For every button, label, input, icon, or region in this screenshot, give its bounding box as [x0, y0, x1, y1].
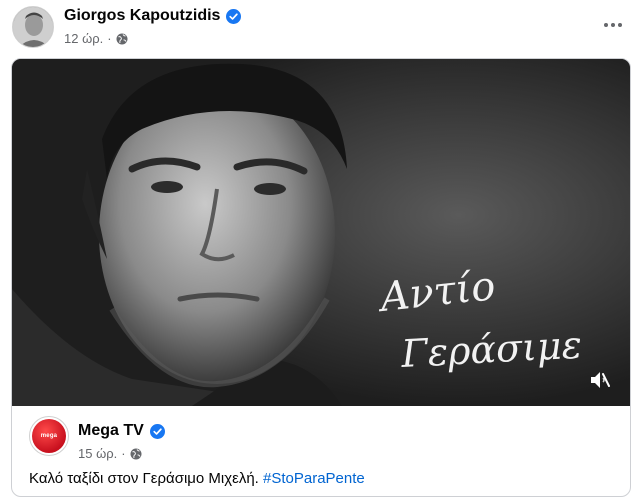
post-timestamp[interactable]: 12 ώρ.	[64, 31, 103, 46]
verified-badge-icon	[149, 423, 165, 439]
post-meta: 12 ώρ. ·	[64, 31, 128, 46]
speaker-muted-icon[interactable]	[588, 368, 612, 392]
page-name[interactable]: Mega TV	[78, 422, 144, 440]
meta-separator: ·	[107, 31, 112, 46]
shared-post-card[interactable]: Αντίο Γεράσιμε mega Mega TV 15 ώρ. · Καλ…	[11, 58, 631, 497]
mega-logo-icon: mega	[32, 419, 66, 453]
author-name[interactable]: Giorgos Kapoutzidis	[64, 7, 220, 25]
meta-separator: ·	[121, 446, 126, 461]
mega-tv-avatar[interactable]: mega	[29, 416, 69, 456]
author-row: Giorgos Kapoutzidis	[64, 7, 242, 25]
globe-icon	[130, 448, 142, 459]
hashtag-link[interactable]: #StoParaPente	[263, 470, 365, 487]
mega-logo-text: mega	[40, 433, 58, 439]
caption-line2: Γεράσιμε	[399, 323, 583, 376]
globe-icon	[116, 33, 128, 44]
post-text-body: Καλό ταξίδι στον Γεράσιμο Μιχελή.	[29, 470, 259, 487]
shared-post-meta: 15 ώρ. ·	[78, 446, 142, 461]
post-header: Giorgos Kapoutzidis 12 ώρ. ·	[0, 0, 640, 56]
page-row: Mega TV	[78, 422, 165, 440]
avatar-photo	[13, 7, 53, 47]
video-player[interactable]: Αντίο Γεράσιμε	[12, 59, 630, 406]
shared-post-timestamp[interactable]: 15 ώρ.	[78, 446, 117, 461]
verified-badge-icon	[226, 8, 242, 24]
more-options-icon[interactable]	[600, 12, 626, 38]
caption-line1: Αντίο	[374, 263, 497, 321]
shared-post-body: mega Mega TV 15 ώρ. · Καλό ταξίδι στον Γ…	[12, 406, 630, 496]
shared-post-text: Καλό ταξίδι στον Γεράσιμο Μιχελή. #StoPa…	[29, 470, 365, 487]
video-caption-art: Αντίο Γεράσιμε	[374, 263, 583, 376]
author-avatar[interactable]	[12, 6, 54, 48]
